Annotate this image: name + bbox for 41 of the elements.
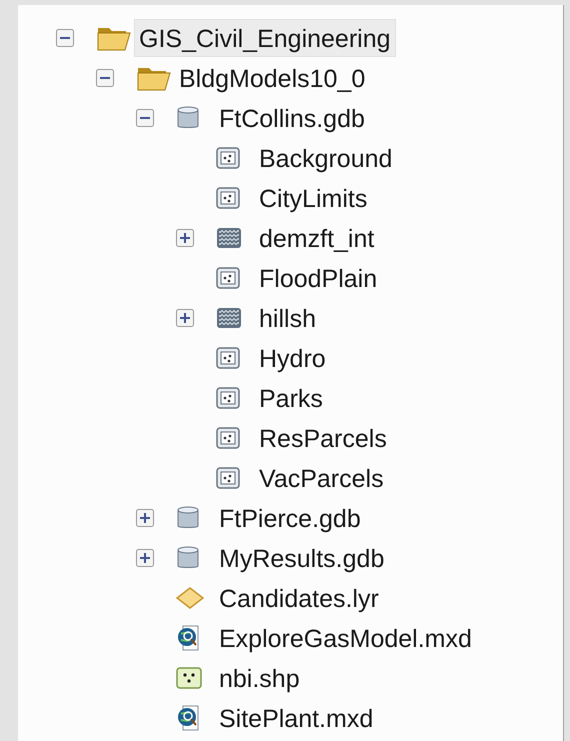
tree-item[interactable]: GIS_Civil_Engineering (134, 19, 396, 57)
tree-item[interactable]: FtPierce.gdb (214, 499, 366, 537)
tree-item[interactable]: ExploreGasModel.mxd (214, 619, 477, 657)
polygon-layer-icon (216, 187, 240, 209)
polygon-layer-icon (216, 267, 240, 289)
expand-toggle-icon[interactable] (176, 309, 194, 327)
tree-item[interactable]: Background (254, 139, 398, 177)
tree-item[interactable]: SitePlant.mxd (214, 699, 378, 737)
collapse-toggle-icon[interactable] (136, 109, 154, 127)
database-icon (176, 546, 200, 570)
database-icon (176, 506, 200, 530)
tree-item[interactable]: Parks (254, 379, 328, 417)
tree-item[interactable]: VacParcels (254, 459, 389, 497)
tree-item[interactable]: MyResults.gdb (214, 539, 390, 577)
expand-toggle-icon[interactable] (136, 509, 154, 527)
point-shapefile-icon (176, 667, 202, 689)
tree-item[interactable]: FloodPlain (254, 259, 382, 297)
open-folder-icon (136, 65, 172, 91)
polygon-layer-icon (216, 467, 240, 489)
tree-item[interactable]: nbi.shp (214, 659, 305, 697)
tree-item[interactable]: Candidates.lyr (214, 579, 384, 617)
polygon-layer-icon (216, 387, 240, 409)
tree-item[interactable]: BldgModels10_0 (174, 59, 370, 97)
expand-toggle-icon[interactable] (136, 549, 154, 567)
database-icon (176, 106, 200, 130)
tree-item[interactable]: CityLimits (254, 179, 372, 217)
collapse-toggle-icon[interactable] (56, 29, 74, 47)
expand-toggle-icon[interactable] (176, 229, 194, 247)
tree-item[interactable]: demzft_int (254, 219, 380, 257)
tree-item[interactable]: hillsh (254, 299, 321, 337)
polygon-layer-icon (216, 427, 240, 449)
open-folder-icon (96, 25, 132, 51)
raster-grid-icon (216, 307, 242, 329)
polygon-layer-icon (216, 147, 240, 169)
raster-grid-icon (216, 227, 242, 249)
tree-item[interactable]: ResParcels (254, 419, 392, 457)
tree-item[interactable]: Hydro (254, 339, 331, 377)
collapse-toggle-icon[interactable] (96, 69, 114, 87)
diamond-layer-icon (176, 587, 204, 609)
tree-item[interactable]: FtCollins.gdb (214, 99, 370, 137)
polygon-layer-icon (216, 347, 240, 369)
